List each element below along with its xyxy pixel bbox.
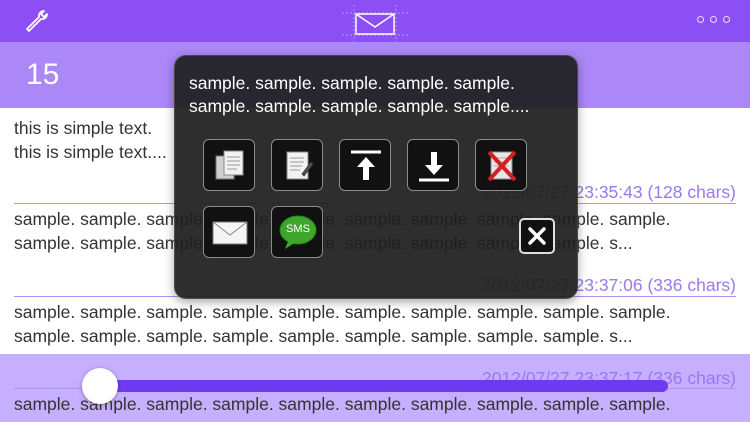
copy-button[interactable] xyxy=(203,139,255,191)
list-item-text: sample. sample. sample. sample. sample. … xyxy=(14,326,633,346)
list-item-text: sample. sample. sample. sample. sample. … xyxy=(14,394,671,414)
move-top-icon xyxy=(351,150,381,180)
close-button[interactable] xyxy=(519,218,555,254)
action-popup: sample. sample. sample. sample. sample. … xyxy=(174,55,578,299)
sms-label: SMS xyxy=(286,223,310,235)
edit-icon xyxy=(286,151,314,180)
more-icon[interactable] xyxy=(697,16,730,23)
delete-button[interactable] xyxy=(475,139,527,191)
list-item-text: sample. sample. sample. sample. sample. … xyxy=(14,302,671,322)
close-icon xyxy=(528,227,546,245)
popup-text-line: sample. sample. sample. sample. sample..… xyxy=(189,96,530,116)
delete-icon xyxy=(487,150,517,182)
mail-icon[interactable] xyxy=(342,5,408,43)
sms-button[interactable]: SMS xyxy=(271,206,323,258)
popup-preview-text: sample. sample. sample. sample. sample. … xyxy=(189,72,563,118)
popup-text-line: sample. sample. sample. sample. sample. xyxy=(189,73,515,93)
move-top-button[interactable] xyxy=(339,139,391,191)
mail-icon xyxy=(212,221,248,245)
wrench-icon[interactable] xyxy=(24,8,50,34)
edit-button[interactable] xyxy=(271,139,323,191)
scroll-slider-thumb[interactable] xyxy=(82,368,118,404)
scroll-slider-track[interactable] xyxy=(98,380,668,392)
top-bar xyxy=(0,0,750,43)
move-bottom-button[interactable] xyxy=(407,139,459,191)
item-count: 15 xyxy=(26,58,60,91)
move-bottom-icon xyxy=(419,152,449,182)
copy-icon xyxy=(215,150,244,180)
mail-button[interactable] xyxy=(203,206,255,258)
